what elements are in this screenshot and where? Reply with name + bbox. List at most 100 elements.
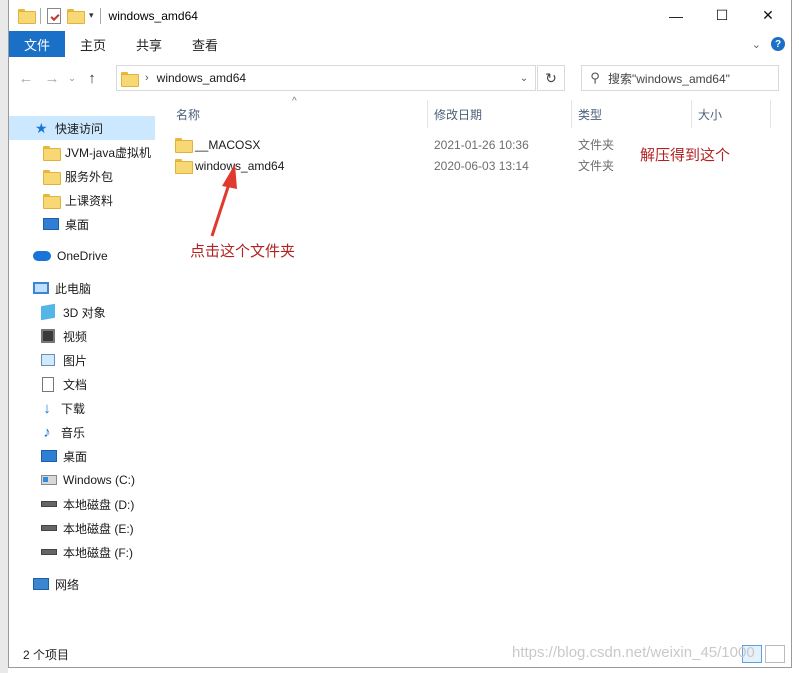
sidebar-item-drive-e[interactable]: 本地磁盘 (E:) [9, 516, 155, 540]
ribbon-right: ⌄ ? [752, 31, 785, 57]
customize-dropdown-icon[interactable]: ▾ [89, 10, 94, 21]
breadcrumb-separator[interactable]: › [145, 72, 149, 84]
up-icon[interactable]: ↑ [79, 64, 105, 92]
cloud-icon [33, 251, 51, 261]
minimize-icon[interactable]: — [653, 0, 699, 31]
search-icon: ⚲ [590, 70, 600, 85]
computer-icon [33, 282, 49, 294]
search-placeholder: 搜索"windows_amd64" [608, 71, 730, 86]
drive-icon [41, 501, 57, 507]
sidebar-item-label: 本地磁盘 (E:) [63, 521, 134, 536]
sidebar-item-pinned[interactable]: JVM-java虚拟机 [9, 140, 155, 164]
address-dropdown-icon[interactable]: ⌄ [513, 66, 535, 90]
sidebar-item-drive-c[interactable]: Windows (C:) [9, 468, 155, 492]
background-strip [0, 0, 8, 673]
back-icon[interactable]: ← [13, 64, 39, 92]
properties-icon[interactable] [47, 7, 61, 24]
sidebar-item-label: 图片 [63, 353, 88, 368]
watermark: https://blog.csdn.net/weixin_45/1000 [512, 644, 755, 661]
cube-icon [41, 303, 55, 321]
sidebar-item-label: 服务外包 [65, 169, 114, 184]
window-title: windows_amd64 [108, 8, 198, 23]
large-icons-view-icon[interactable] [765, 645, 785, 663]
maximize-icon[interactable]: ☐ [699, 0, 745, 31]
desktop-icon [43, 218, 59, 230]
picture-icon [41, 354, 55, 366]
sidebar-item-label: 3D 对象 [63, 305, 106, 320]
sidebar-item-pinned[interactable]: 上课资料 [9, 188, 155, 212]
sidebar-item-label: OneDrive [57, 249, 108, 263]
star-icon: ★ [35, 119, 48, 136]
navigation-bar: ← → ⌄ ↑ › windows_amd64 ⌄ ↻ ⚲ 搜索"windows… [9, 62, 791, 94]
sidebar-item-label: 此电脑 [55, 281, 92, 296]
sidebar-item-label: 本地磁盘 (D:) [63, 497, 135, 512]
tab-file[interactable]: 文件 [9, 31, 66, 57]
sidebar-item-label: 本地磁盘 (F:) [63, 545, 133, 560]
folder-icon [43, 169, 61, 185]
windows-drive-icon [41, 475, 57, 485]
divider [40, 7, 41, 24]
sidebar-item-label: 快速访问 [55, 121, 104, 136]
sidebar-item-quick-access[interactable]: ★ 快速访问 [9, 116, 155, 140]
title-bar: ▾ windows_amd64 — ☐ ✕ [9, 0, 791, 31]
recent-locations-icon[interactable]: ⌄ [65, 64, 79, 92]
explorer-window: ▾ windows_amd64 — ☐ ✕ 文件 主页 共享 查看 ⌄ ? ← … [8, 0, 792, 668]
video-icon [41, 329, 55, 343]
sidebar-item-drive-d[interactable]: 本地磁盘 (D:) [9, 492, 155, 516]
folder-icon [18, 9, 36, 24]
breadcrumb-item[interactable]: windows_amd64 [157, 71, 246, 85]
forward-icon[interactable]: → [39, 64, 65, 92]
navigation-pane: ★ 快速访问 JVM-java虚拟机 服务外包 上课资料 桌面 OneDrive… [9, 96, 155, 640]
sidebar-item-label: Windows (C:) [63, 473, 136, 487]
item-count: 2 个项目 [23, 647, 70, 662]
sidebar-item-documents[interactable]: 文档 [9, 372, 155, 396]
file-list: ^ 名称 修改日期 类型 大小 __MACOSX 2021-01-26 10:3… [156, 96, 779, 640]
search-input[interactable]: ⚲ 搜索"windows_amd64" [581, 65, 779, 91]
annotation-arrow [210, 164, 237, 237]
expand-ribbon-icon[interactable]: ⌄ [752, 38, 761, 51]
address-bar[interactable]: › windows_amd64 ⌄ [116, 65, 536, 91]
refresh-icon[interactable]: ↻ [537, 65, 565, 91]
network-icon [33, 578, 49, 590]
divider [99, 7, 101, 24]
window-controls: — ☐ ✕ [653, 0, 791, 31]
sidebar-item-pinned[interactable]: 服务外包 [9, 164, 155, 188]
sidebar-item-pictures[interactable]: 图片 [9, 348, 155, 372]
sidebar-item-this-pc[interactable]: 此电脑 [9, 276, 155, 300]
tab-view[interactable]: 查看 [177, 31, 233, 57]
sidebar-item-music[interactable]: ♪ 音乐 [9, 420, 155, 444]
sidebar-item-label: 网络 [55, 577, 80, 592]
sidebar-item-label: 桌面 [63, 449, 88, 464]
tab-home[interactable]: 主页 [65, 31, 121, 57]
help-icon[interactable]: ? [771, 37, 785, 51]
sidebar-item-label: 桌面 [65, 217, 90, 232]
folder-icon [121, 71, 139, 87]
drive-icon [41, 549, 57, 555]
new-folder-icon[interactable] [67, 9, 85, 24]
sidebar-item-label: 视频 [63, 329, 88, 344]
folder-icon [43, 145, 61, 161]
sidebar-item-videos[interactable]: 视频 [9, 324, 155, 348]
download-icon: ↓ [43, 399, 51, 417]
sidebar-item-label: 文档 [63, 377, 88, 392]
drive-icon [41, 525, 57, 531]
tab-share[interactable]: 共享 [121, 31, 177, 57]
sidebar-item-network[interactable]: 网络 [9, 572, 155, 596]
document-icon [42, 376, 54, 392]
close-icon[interactable]: ✕ [745, 0, 791, 31]
sidebar-item-3d-objects[interactable]: 3D 对象 [9, 300, 155, 324]
folder-icon [43, 193, 61, 209]
quick-access-toolbar: ▾ [9, 7, 101, 24]
sidebar-item-drive-f[interactable]: 本地磁盘 (F:) [9, 540, 155, 564]
sidebar-item-onedrive[interactable]: OneDrive [9, 244, 155, 268]
music-icon: ♪ [43, 423, 51, 441]
sidebar-item-label: 下载 [61, 401, 86, 416]
ribbon-tabs: 文件 主页 共享 查看 ⌄ ? [9, 31, 791, 57]
sidebar-item-label: 音乐 [61, 425, 86, 440]
sidebar-item-label: 上课资料 [65, 193, 114, 208]
sidebar-item-desktop[interactable]: 桌面 [9, 212, 155, 236]
desktop-icon [41, 450, 57, 462]
sidebar-item-label: JVM-java虚拟机 [65, 145, 152, 160]
sidebar-item-downloads[interactable]: ↓ 下载 [9, 396, 155, 420]
sidebar-item-desktop[interactable]: 桌面 [9, 444, 155, 468]
